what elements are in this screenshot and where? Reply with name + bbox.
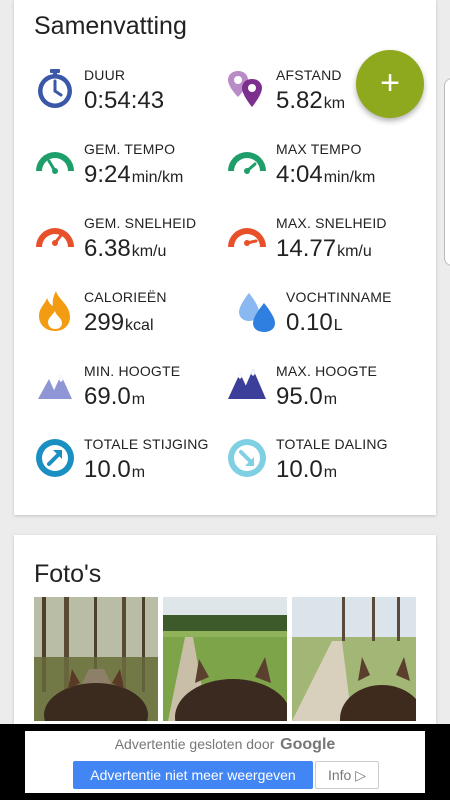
stat-fluid-intake: VOCHTINNAME 0.10L [236, 289, 436, 349]
speedometer-icon [226, 215, 268, 259]
stat-max-pace: MAX TEMPO 4:04min/km [226, 141, 426, 201]
stat-avg-pace: GEM. TEMPO 9:24min/km [34, 141, 234, 201]
stat-total-ascent: TOTALE STIJGING 10.0m [34, 436, 234, 496]
stat-max-altitude: MAX. HOOGTE 95.0m [226, 363, 426, 423]
photo-thumbnail[interactable] [34, 597, 158, 721]
stat-avg-speed: GEM. SNELHEID 6.38km/u [34, 215, 234, 275]
stat-label: VOCHTINNAME [286, 289, 392, 305]
descent-arrow-icon [226, 436, 268, 480]
stat-value: 0:54:43 [84, 87, 165, 114]
add-button[interactable]: + [356, 50, 424, 118]
stat-label: TOTALE STIJGING [84, 436, 209, 452]
stat-max-speed: MAX. SNELHEID 14.77km/u [226, 215, 426, 275]
stat-value: 10.0m [276, 456, 338, 483]
stat-value: 69.0m [84, 383, 146, 410]
ad-info-button[interactable]: Info ▷ [315, 761, 379, 789]
stat-total-descent: TOTALE DALING 10.0m [226, 436, 426, 496]
stat-value: 14.77km/u [276, 235, 372, 262]
side-panel-edge [444, 78, 450, 266]
ascent-arrow-icon [34, 436, 76, 480]
stat-label: AFSTAND [276, 67, 342, 83]
stop-showing-ad-button[interactable]: Advertentie niet meer weergeven [73, 761, 313, 789]
stat-value: 5.82km [276, 87, 346, 114]
mountains-icon [34, 363, 76, 407]
speedometer-icon [34, 215, 76, 259]
stat-label: MAX. SNELHEID [276, 215, 387, 231]
google-logo: Google [280, 736, 336, 753]
stat-label: DUUR [84, 67, 126, 83]
stat-label: MAX. HOOGTE [276, 363, 377, 379]
flame-icon [34, 289, 76, 333]
map-pins-icon [226, 67, 268, 111]
stopwatch-icon [34, 67, 76, 111]
stat-min-altitude: MIN. HOOGTE 69.0m [34, 363, 234, 423]
stat-value: 0.10L [286, 309, 343, 336]
photo-thumbnail[interactable] [292, 597, 416, 721]
stat-value: 6.38km/u [84, 235, 167, 262]
stat-duration: DUUR 0:54:43 [34, 67, 234, 127]
photos-title: Foto's [34, 560, 102, 588]
mountains-icon [226, 363, 268, 407]
stat-label: TOTALE DALING [276, 436, 388, 452]
summary-title: Samenvatting [34, 12, 187, 40]
ad-banner: Advertentie gesloten door Google Adverte… [0, 724, 450, 800]
stat-value: 299kcal [84, 309, 154, 336]
ad-box: Advertentie gesloten door Google Adverte… [25, 731, 425, 793]
stat-label: GEM. SNELHEID [84, 215, 197, 231]
gauge-icon [34, 141, 76, 185]
ad-closed-text: Advertentie gesloten door Google [114, 736, 336, 753]
water-drops-icon [236, 289, 278, 333]
stat-value: 10.0m [84, 456, 146, 483]
photo-thumbnail[interactable] [163, 597, 287, 721]
stat-label: MIN. HOOGTE [84, 363, 181, 379]
gauge-icon [226, 141, 268, 185]
stat-label: CALORIEËN [84, 289, 167, 305]
stat-label: MAX TEMPO [276, 141, 362, 157]
stat-value: 9:24min/km [84, 161, 184, 188]
stat-value: 4:04min/km [276, 161, 376, 188]
photos-card: Foto's [14, 535, 436, 735]
stat-label: GEM. TEMPO [84, 141, 176, 157]
stat-calories: CALORIEËN 299kcal [34, 289, 234, 349]
stat-value: 95.0m [276, 383, 338, 410]
